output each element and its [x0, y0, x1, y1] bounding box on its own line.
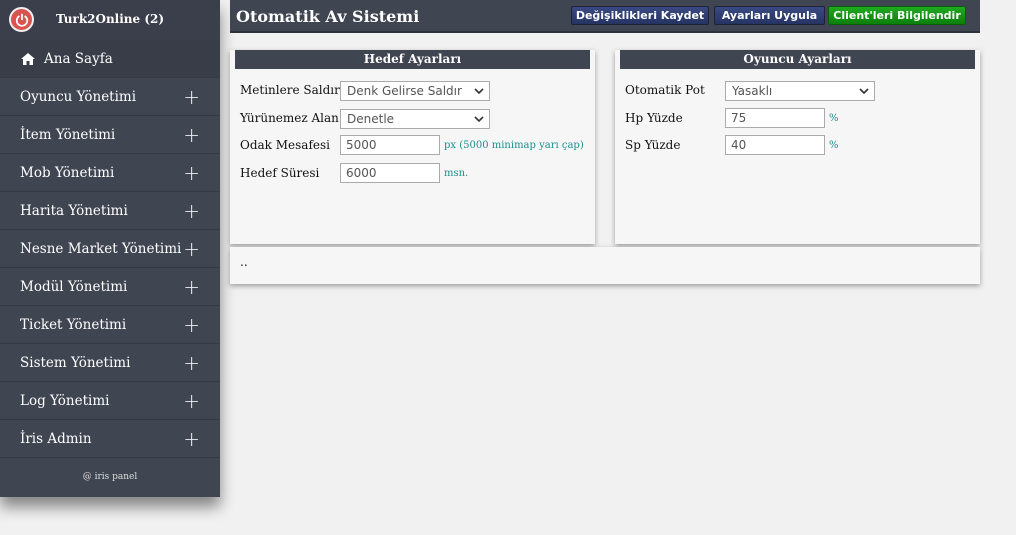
- sidebar-item-modules[interactable]: Modül Yönetimi +: [0, 268, 220, 306]
- sidebar-item-label: Ticket Yönetimi: [20, 316, 127, 333]
- expand-icon[interactable]: +: [183, 353, 200, 373]
- focus-distance-label: Odak Mesafesi: [240, 138, 330, 152]
- home-icon: [20, 52, 36, 66]
- target-duration-unit: msn.: [444, 168, 469, 179]
- sidebar-item-market[interactable]: Nesne Market Yönetimi +: [0, 230, 220, 268]
- unwalkable-select-value: Denetle: [347, 112, 395, 126]
- chevron-down-icon: [474, 88, 484, 95]
- sidebar-item-logs[interactable]: Log Yönetimi +: [0, 382, 220, 420]
- note-panel: ..: [230, 247, 980, 284]
- sidebar-item-label: Log Yönetimi: [20, 392, 110, 409]
- sidebar-item-home[interactable]: Ana Sayfa: [0, 40, 220, 78]
- expand-icon[interactable]: +: [183, 87, 200, 107]
- sidebar-item-label: Ana Sayfa: [44, 50, 113, 67]
- sidebar-item-label: Modül Yönetimi: [20, 278, 128, 295]
- focus-distance-input[interactable]: 5000: [340, 135, 440, 155]
- attack-label: Metinlere Saldır: [240, 83, 340, 97]
- sidebar-item-maps[interactable]: Harita Yönetimi +: [0, 192, 220, 230]
- target-duration-label: Hedef Süresi: [240, 166, 320, 180]
- page-header: Otomatik Av Sistemi Değişiklikleri Kayde…: [230, 0, 980, 33]
- chevron-down-icon: [474, 116, 484, 123]
- page-title: Otomatik Av Sistemi: [236, 7, 420, 26]
- player-settings-panel: Oyuncu Ayarları Otomatik Pot Yasaklı Hp …: [615, 50, 980, 244]
- expand-icon[interactable]: +: [183, 391, 200, 411]
- hp-percent-input[interactable]: 75: [725, 108, 825, 128]
- sidebar-item-iris-admin[interactable]: İris Admin +: [0, 420, 220, 458]
- sidebar-item-items[interactable]: İtem Yönetimi +: [0, 116, 220, 154]
- sidebar-footer: @ iris panel: [82, 472, 138, 482]
- auto-pot-select-value: Yasaklı: [732, 84, 773, 98]
- panel-title: Hedef Ayarları: [235, 50, 590, 69]
- sp-percent-input[interactable]: 40: [725, 135, 825, 155]
- sidebar-item-mobs[interactable]: Mob Yönetimi +: [0, 154, 220, 192]
- sidebar-title: Turk2Online (2): [55, 12, 165, 26]
- sp-percent-unit: %: [829, 140, 839, 151]
- attack-select[interactable]: Denk Gelirse Saldır: [340, 81, 490, 101]
- save-changes-button[interactable]: Değişiklikleri Kaydet: [571, 6, 709, 25]
- hp-percent-label: Hp Yüzde: [625, 111, 683, 125]
- sidebar-item-label: Sistem Yönetimi: [20, 354, 131, 371]
- sp-percent-label: Sp Yüzde: [625, 138, 681, 152]
- sidebar-item-tickets[interactable]: Ticket Yönetimi +: [0, 306, 220, 344]
- apply-settings-button[interactable]: Ayarları Uygula: [714, 6, 825, 25]
- target-settings-panel: Hedef Ayarları Metinlere Saldır Denk Gel…: [230, 50, 595, 244]
- note-text: ..: [240, 255, 248, 269]
- auto-pot-select[interactable]: Yasaklı: [725, 81, 875, 101]
- panel-title: Oyuncu Ayarları: [620, 50, 975, 69]
- focus-distance-unit: px (5000 minimap yarı çap): [444, 140, 584, 151]
- auto-pot-label: Otomatik Pot: [625, 83, 705, 97]
- sidebar-item-label: Mob Yönetimi: [20, 164, 115, 181]
- sidebar-item-label: Nesne Market Yönetimi: [20, 240, 182, 257]
- target-duration-input[interactable]: 6000: [340, 163, 440, 183]
- unwalkable-select[interactable]: Denetle: [340, 109, 490, 129]
- sidebar-item-label: Harita Yönetimi: [20, 202, 128, 219]
- expand-icon[interactable]: +: [183, 429, 200, 449]
- chevron-down-icon: [859, 88, 869, 95]
- unwalkable-label: Yürünemez Alan: [240, 111, 339, 125]
- attack-select-value: Denk Gelirse Saldır: [347, 84, 462, 98]
- expand-icon[interactable]: +: [183, 315, 200, 335]
- notify-clients-button[interactable]: Client'leri Bilgilendir: [828, 6, 966, 25]
- sidebar-item-system[interactable]: Sistem Yönetimi +: [0, 344, 220, 382]
- expand-icon[interactable]: +: [183, 163, 200, 183]
- expand-icon[interactable]: +: [183, 239, 200, 259]
- expand-icon[interactable]: +: [183, 277, 200, 297]
- sidebar: Turk2Online (2) Ana Sayfa Oyuncu Yönetim…: [0, 0, 220, 497]
- hp-percent-unit: %: [829, 113, 839, 124]
- sidebar-item-players[interactable]: Oyuncu Yönetimi +: [0, 78, 220, 116]
- sidebar-item-label: İtem Yönetimi: [20, 126, 116, 143]
- expand-icon[interactable]: +: [183, 125, 200, 145]
- expand-icon[interactable]: +: [183, 201, 200, 221]
- sidebar-item-label: İris Admin: [20, 430, 92, 447]
- sidebar-item-label: Oyuncu Yönetimi: [20, 88, 137, 105]
- sidebar-header: Turk2Online (2): [0, 0, 220, 40]
